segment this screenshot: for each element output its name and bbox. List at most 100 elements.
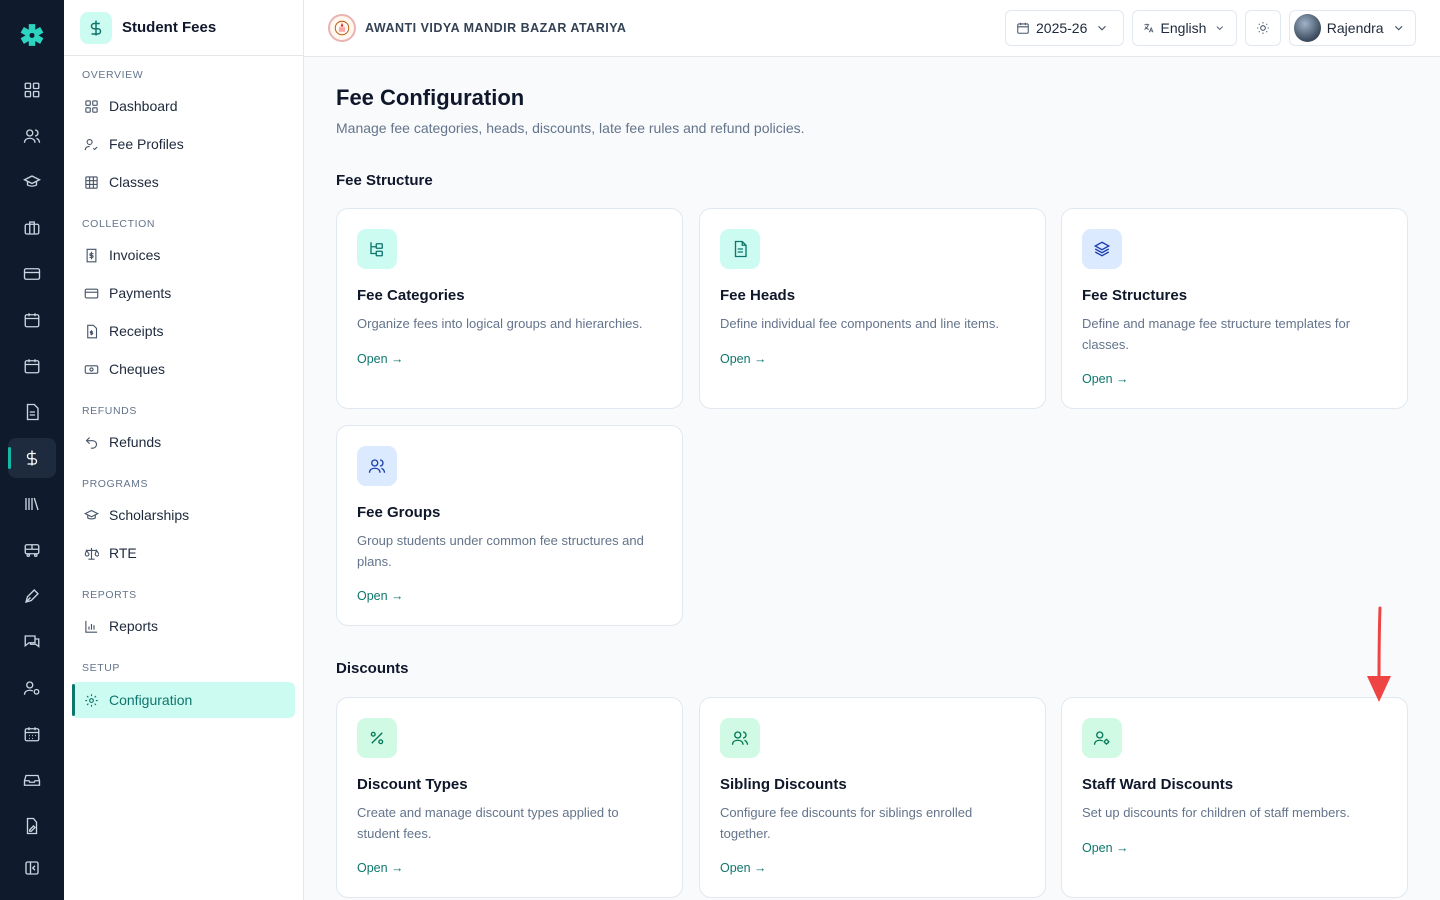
icon-rail: [0, 0, 64, 900]
section-label-collection: COLLECTION: [82, 218, 156, 230]
sidebar-item-label: Dashboard: [109, 98, 178, 114]
card-description: Configure fee discounts for siblings enr…: [720, 805, 973, 841]
sidebar-item-label: Cheques: [109, 361, 166, 377]
sidebar-item-label: Fee Profiles: [109, 136, 184, 152]
rail-calendar-grid-icon[interactable]: [8, 714, 56, 754]
user-menu-button[interactable]: Rajendra: [1289, 10, 1416, 46]
open-link[interactable]: Open →: [1082, 841, 1129, 855]
open-link[interactable]: Open →: [1082, 372, 1129, 386]
rail-calendar-2-icon[interactable]: [8, 346, 56, 386]
sidebar-item-rte[interactable]: RTE: [72, 535, 295, 571]
rail-panel-collapse-icon[interactable]: [8, 848, 56, 888]
percent-icon: [357, 718, 397, 758]
section-label-reports: REPORTS: [82, 589, 137, 601]
open-link[interactable]: Open →: [357, 589, 404, 603]
sidebar-item-invoices[interactable]: Invoices: [72, 237, 295, 273]
grid-icon: [85, 99, 98, 113]
sidebar-item-fee-profiles[interactable]: Fee Profiles: [72, 126, 295, 162]
card-title: Fee Structures: [1082, 287, 1188, 304]
theme-toggle-button[interactable]: [1245, 10, 1281, 46]
sidebar-item-receipts[interactable]: Receipts: [72, 313, 295, 349]
bar-chart-icon: [85, 620, 98, 633]
card-fee-structures[interactable]: Fee Structures Define and manage fee str…: [1061, 208, 1408, 409]
section-label-overview: OVERVIEW: [82, 69, 144, 81]
user-check-icon: [84, 138, 98, 150]
sidebar-item-refunds[interactable]: Refunds: [72, 424, 295, 460]
rail-dollar-icon[interactable]: [8, 438, 56, 478]
rail-user-settings-icon[interactable]: [8, 668, 56, 708]
sidebar-item-configuration[interactable]: Configuration: [72, 682, 295, 718]
section-label-programs: PROGRAMS: [82, 478, 149, 490]
rail-dashboard-icon[interactable]: [8, 70, 56, 110]
language-select[interactable]: English: [1132, 10, 1237, 46]
sidebar-item-payments[interactable]: Payments: [72, 275, 295, 311]
app-logo-icon[interactable]: [16, 19, 48, 51]
card-title: Discount Types: [357, 776, 468, 793]
calendar-icon: [1017, 22, 1029, 34]
card-title: Sibling Discounts: [720, 776, 847, 793]
sidebar-item-label: RTE: [109, 545, 137, 561]
card-fee-groups[interactable]: Fee Groups Group students under common f…: [336, 425, 683, 626]
academic-year-select[interactable]: 2025-26: [1005, 10, 1124, 46]
rail-users-icon[interactable]: [8, 116, 56, 156]
table-icon: [85, 175, 98, 189]
rail-pen-icon[interactable]: [8, 576, 56, 616]
language-value: English: [1160, 20, 1207, 36]
rail-calendar-icon[interactable]: [8, 300, 56, 340]
sidebar-item-classes[interactable]: Classes: [72, 164, 295, 200]
sidebar-item-dashboard[interactable]: Dashboard: [72, 88, 295, 124]
open-link[interactable]: Open →: [720, 861, 767, 875]
open-link[interactable]: Open →: [357, 861, 404, 875]
sun-icon: [1257, 22, 1269, 34]
chevron-down-icon: [1394, 25, 1403, 31]
page-subtitle: Manage fee categories, heads, discounts,…: [336, 120, 805, 136]
sidebar: Student Fees OVERVIEW Dashboard Fee Prof…: [64, 0, 304, 900]
scale-icon: [84, 547, 99, 560]
graduation-cap-icon: [84, 509, 99, 519]
section-title-discounts: Discounts: [336, 660, 409, 677]
sidebar-item-reports[interactable]: Reports: [72, 608, 295, 644]
card-description: Set up discounts for children of staff m…: [1082, 805, 1350, 820]
sidebar-item-label: Classes: [109, 174, 159, 190]
users-icon: [357, 446, 397, 486]
card-icon: [84, 288, 99, 298]
card-sibling-discounts[interactable]: Sibling Discounts Configure fee discount…: [699, 697, 1046, 898]
card-discount-types[interactable]: Discount Types Create and manage discoun…: [336, 697, 683, 898]
dollar-icon: [80, 11, 112, 44]
rail-card-icon[interactable]: [8, 254, 56, 294]
academic-year-value: 2025-26: [1036, 20, 1088, 36]
open-link[interactable]: Open →: [720, 352, 767, 366]
user-name: Rajendra: [1326, 20, 1384, 36]
sidebar-item-scholarships[interactable]: Scholarships: [72, 497, 295, 533]
rail-inbox-icon[interactable]: [8, 760, 56, 800]
school-brand: AWANTI VIDYA MANDIR BAZAR ATARIYA: [328, 14, 626, 42]
translate-icon: [1144, 23, 1154, 33]
annotation-arrow-icon: [1367, 606, 1391, 702]
sidebar-item-cheques[interactable]: Cheques: [72, 351, 295, 387]
school-logo-icon: [328, 14, 356, 42]
receipt-icon: [87, 324, 98, 338]
section-label-refunds: REFUNDS: [82, 405, 137, 417]
rail-graduation-cap-icon[interactable]: [8, 162, 56, 202]
main-content: Fee Configuration Manage fee categories,…: [304, 57, 1440, 900]
card-staff-ward-discounts[interactable]: Staff Ward Discounts Set up discounts fo…: [1061, 697, 1408, 898]
rail-messages-icon[interactable]: [8, 622, 56, 662]
card-fee-categories[interactable]: Fee Categories Organize fees into logica…: [336, 208, 683, 409]
rail-library-icon[interactable]: [8, 484, 56, 524]
card-description: Define individual fee components and lin…: [720, 316, 999, 331]
chevron-down-icon: [1216, 26, 1224, 31]
sidebar-item-label: Scholarships: [109, 507, 190, 523]
page-title: Fee Configuration: [336, 85, 525, 110]
open-link[interactable]: Open →: [357, 352, 404, 366]
rail-briefcase-icon[interactable]: [8, 208, 56, 248]
sidebar-item-label: Configuration: [109, 692, 193, 708]
card-title: Staff Ward Discounts: [1082, 776, 1234, 793]
card-fee-heads[interactable]: Fee Heads Define individual fee componen…: [699, 208, 1046, 409]
sidebar-item-label: Invoices: [109, 247, 161, 263]
rail-bus-icon[interactable]: [8, 530, 56, 570]
card-title: Fee Heads: [720, 287, 796, 304]
section-title-fee-structure: Fee Structure: [336, 172, 433, 189]
module-title: Student Fees: [122, 19, 217, 36]
rail-document-icon[interactable]: [8, 392, 56, 432]
rail-file-edit-icon[interactable]: [8, 806, 56, 846]
